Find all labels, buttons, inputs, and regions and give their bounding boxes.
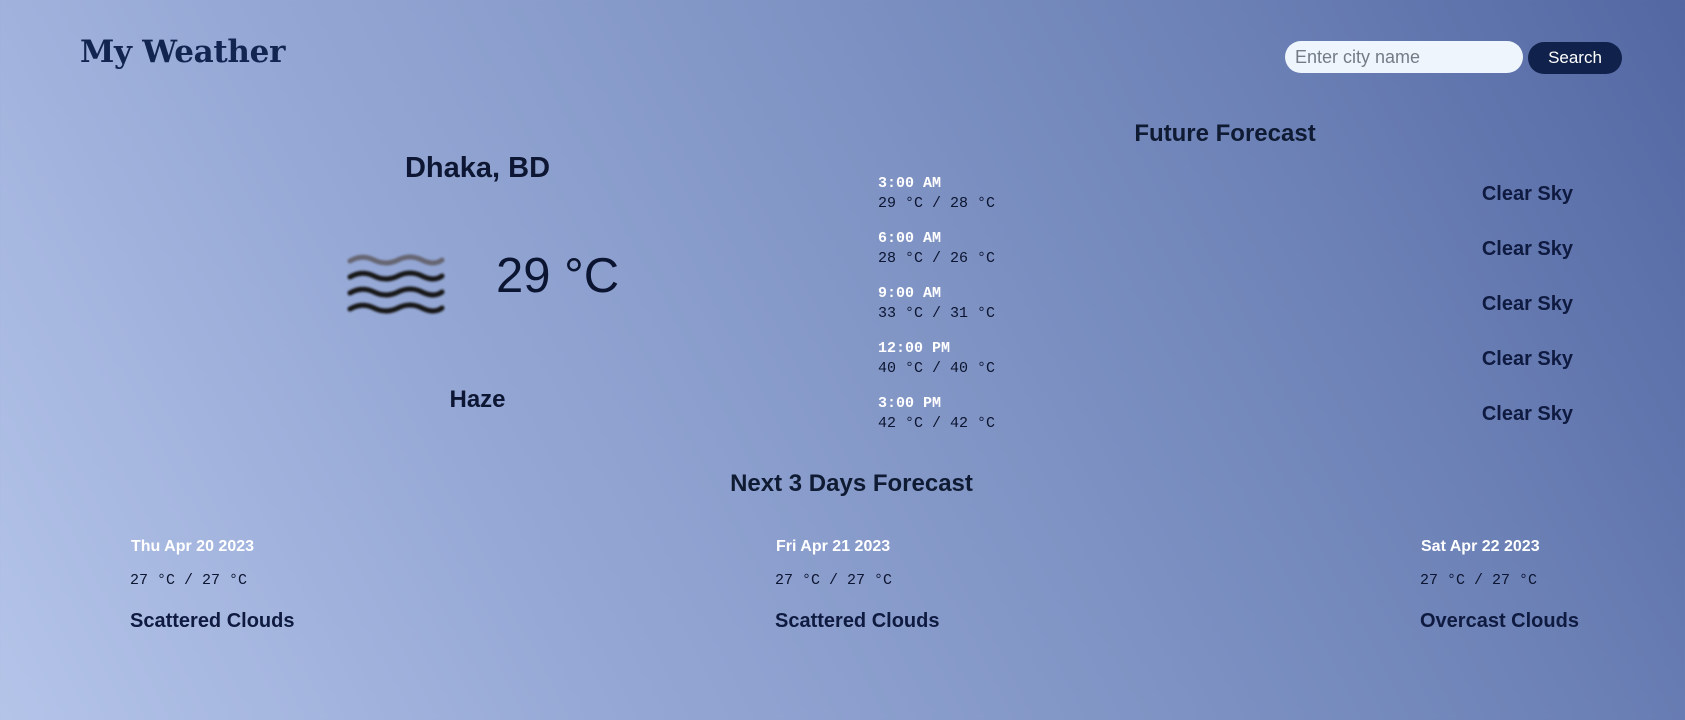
city-name: Dhaka, BD [404, 152, 551, 184]
header: My Weather Search [0, 0, 1685, 115]
forecast-time: 12:00 PM [878, 340, 951, 357]
current-weather: Dhaka, BD 29 °C Haze [240, 140, 715, 430]
forecast-row: 3:00 AM 29 °C / 28 °C Clear Sky [878, 175, 1573, 230]
forecast-temps: 40 °C / 40 °C [878, 360, 996, 377]
forecast-time: 3:00 AM [878, 175, 942, 192]
forecast-row: 3:00 PM 42 °C / 42 °C Clear Sky [878, 395, 1573, 450]
day-temps: 27 °C / 27 °C [775, 572, 893, 589]
forecast-description: Clear Sky [1481, 238, 1573, 260]
forecast-description: Clear Sky [1481, 403, 1573, 425]
forecast-row: 9:00 AM 33 °C / 31 °C Clear Sky [878, 285, 1573, 340]
search-button[interactable]: Search [1528, 42, 1622, 74]
forecast-row: 6:00 AM 28 °C / 26 °C Clear Sky [878, 230, 1573, 285]
forecast-temps: 28 °C / 26 °C [878, 250, 996, 267]
forecast-time: 6:00 AM [878, 230, 942, 247]
day-date: Fri Apr 21 2023 [776, 538, 891, 555]
forecast-time: 9:00 AM [878, 285, 942, 302]
day-temps: 27 °C / 27 °C [130, 572, 248, 589]
next-days-title: Next 3 Days Forecast [730, 470, 973, 497]
day-date: Sat Apr 22 2023 [1421, 538, 1540, 555]
forecast-temps: 33 °C / 31 °C [878, 305, 996, 322]
forecast-description: Clear Sky [1481, 183, 1573, 205]
day-temps: 27 °C / 27 °C [1420, 572, 1538, 589]
future-forecast-list: 3:00 AM 29 °C / 28 °C Clear Sky 6:00 AM … [878, 175, 1573, 450]
day-description: Overcast Clouds [1420, 610, 1579, 632]
forecast-description: Clear Sky [1481, 293, 1573, 315]
current-temperature: 29 °C [496, 249, 620, 303]
app-logo[interactable]: My Weather [80, 34, 285, 70]
haze-icon [346, 252, 446, 318]
forecast-temps: 42 °C / 42 °C [878, 415, 996, 432]
forecast-row: 12:00 PM 40 °C / 40 °C Clear Sky [878, 340, 1573, 395]
search-input[interactable] [1285, 41, 1523, 73]
forecast-time: 3:00 PM [878, 395, 942, 412]
future-forecast-title: Future Forecast [1134, 120, 1316, 147]
day-description: Scattered Clouds [130, 610, 295, 632]
current-condition: Haze [449, 386, 506, 413]
day-description: Scattered Clouds [775, 610, 940, 632]
forecast-temps: 29 °C / 28 °C [878, 195, 996, 212]
forecast-description: Clear Sky [1481, 348, 1573, 370]
day-date: Thu Apr 20 2023 [131, 538, 255, 555]
